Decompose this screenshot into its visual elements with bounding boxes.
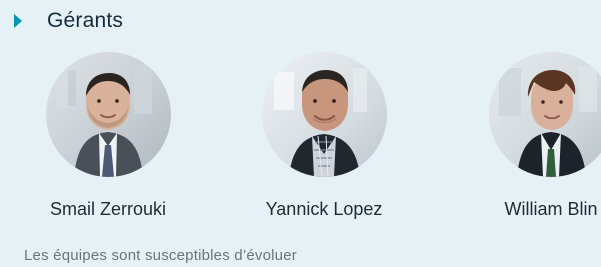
caret-right-icon	[14, 14, 22, 28]
manager-name: Smail Zerrouki	[49, 199, 167, 219]
managers-panel: Gérants Smail Zerrouki Yannick Lopez Wil…	[0, 0, 601, 267]
manager-avatar	[261, 52, 387, 177]
manager-avatar	[45, 52, 171, 177]
manager-avatar	[488, 52, 601, 177]
manager-name: Yannick Lopez	[265, 199, 383, 219]
manager-card-3: William Blin	[471, 52, 601, 232]
section-header: Gérants	[14, 8, 123, 34]
manager-name: William Blin	[504, 199, 598, 219]
team-change-disclaimer: Les équipes sont susceptibles d’évoluer	[24, 247, 297, 264]
manager-card-1: Smail Zerrouki	[28, 52, 188, 232]
section-title: Gérants	[47, 9, 124, 32]
manager-card-2: Yannick Lopez	[244, 52, 404, 232]
